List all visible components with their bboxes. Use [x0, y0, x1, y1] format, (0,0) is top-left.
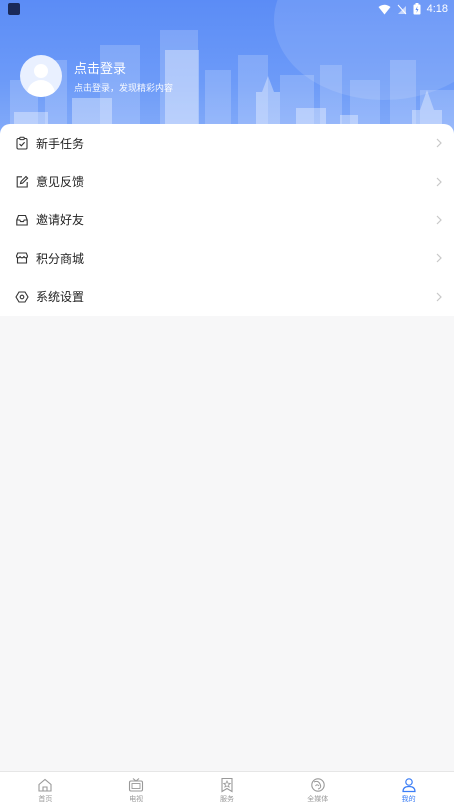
nav-label: 首页 — [38, 795, 53, 803]
wifi-icon — [378, 4, 391, 14]
menu-list: 新手任务 意见反馈 邀请好友 积分商城 系统设置 — [0, 124, 454, 316]
status-bar: 4:18 — [0, 0, 454, 20]
home-icon — [38, 778, 52, 792]
chevron-right-icon — [436, 215, 442, 225]
menu-item-system-settings[interactable]: 系统设置 — [0, 278, 454, 316]
menu-item-invite-friends[interactable]: 邀请好友 — [0, 201, 454, 239]
nav-label: 服务 — [219, 795, 234, 803]
bookmark-star-icon — [221, 777, 233, 793]
signal-off-icon — [397, 4, 406, 14]
chevron-right-icon — [436, 138, 442, 148]
chevron-right-icon — [436, 177, 442, 187]
profile-login[interactable]: 点击登录 点击登录，发现精彩内容 — [20, 55, 173, 97]
status-time: 4:18 — [426, 3, 448, 15]
nav-label: 电视 — [129, 795, 144, 803]
battery-charging-icon — [413, 3, 421, 15]
menu-item-label: 邀请好友 — [36, 213, 85, 228]
menu-item-points-mall[interactable]: 积分商城 — [0, 239, 454, 277]
user-icon — [401, 778, 416, 793]
menu-item-label: 意见反馈 — [36, 175, 85, 190]
clipboard-check-icon — [16, 136, 28, 150]
nav-item-tv[interactable]: 电视 — [91, 772, 182, 809]
inbox-icon — [16, 214, 28, 226]
menu-item-beginner-tasks[interactable]: 新手任务 — [0, 124, 454, 162]
nav-item-service[interactable]: 服务 — [182, 772, 273, 809]
menu-item-label: 积分商城 — [36, 251, 85, 266]
menu-item-label: 系统设置 — [36, 290, 85, 305]
bottom-nav: 首页 电视 服务 全媒体 我的 — [0, 771, 454, 809]
nav-item-home[interactable]: 首页 — [0, 772, 91, 809]
avatar[interactable] — [20, 55, 62, 97]
menu-item-feedback[interactable]: 意见反馈 — [0, 162, 454, 200]
nav-item-all-media[interactable]: 全媒体 — [272, 772, 363, 809]
tv-icon — [129, 778, 144, 792]
settings-icon — [15, 291, 29, 303]
chevron-right-icon — [436, 253, 442, 263]
profile-header: 4:18 点击登录 点击登录，发现精彩内容 — [0, 0, 454, 140]
login-subtitle: 点击登录，发现精彩内容 — [74, 84, 174, 94]
login-title[interactable]: 点击登录 — [74, 58, 173, 77]
nav-item-mine[interactable]: 我的 — [363, 772, 454, 809]
app-notification-icon — [8, 3, 20, 15]
chevron-right-icon — [436, 292, 442, 302]
store-icon — [15, 252, 29, 264]
edit-icon — [16, 175, 29, 188]
media-icon — [311, 778, 325, 792]
menu-item-label: 新手任务 — [36, 136, 85, 151]
nav-label: 我的 — [401, 795, 416, 803]
nav-label: 全媒体 — [307, 795, 329, 803]
